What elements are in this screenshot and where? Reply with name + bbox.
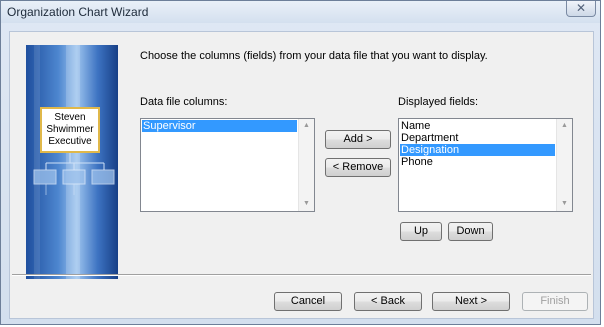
org-chart-illustration (33, 45, 115, 279)
wizard-window: Organization Chart Wizard ✕ Steven Shwim… (0, 0, 601, 325)
displayed-fields-label: Displayed fields: (398, 96, 479, 108)
org-chart-banner: Steven Shwimmer Executive (26, 45, 118, 279)
scroll-down-icon[interactable]: ▼ (557, 197, 572, 211)
move-up-button[interactable]: Up (400, 222, 442, 241)
vertical-scrollbar[interactable]: ▲ ▼ (298, 119, 314, 211)
executive-box-line: Shwimmer (46, 124, 94, 135)
executive-box: Steven Shwimmer Executive (40, 107, 100, 153)
instruction-text: Choose the columns (fields) from your da… (140, 50, 488, 62)
back-button[interactable]: < Back (354, 292, 422, 311)
executive-box-line: Executive (48, 136, 92, 147)
data-file-columns-list[interactable]: Supervisor ▲ ▼ (140, 118, 315, 212)
executive-box-line: Steven (54, 112, 86, 123)
finish-button[interactable]: Finish (522, 292, 588, 311)
remove-button[interactable]: < Remove (325, 158, 391, 177)
data-file-column-item[interactable]: Supervisor (142, 120, 297, 132)
displayed-field-item[interactable]: Name (400, 120, 555, 132)
title-bar[interactable]: Organization Chart Wizard ✕ (1, 1, 600, 23)
add-button[interactable]: Add > (325, 130, 391, 149)
wizard-body: Steven Shwimmer Executive Choose the col… (9, 31, 594, 319)
cancel-button[interactable]: Cancel (274, 292, 342, 311)
next-button[interactable]: Next > (432, 292, 510, 311)
displayed-field-item[interactable]: Designation (400, 144, 555, 156)
window-title: Organization Chart Wizard (7, 5, 149, 19)
displayed-fields-list[interactable]: Name Department Designation Phone ▲ ▼ (398, 118, 573, 212)
move-down-button[interactable]: Down (448, 222, 493, 241)
displayed-fields-items: Name Department Designation Phone (400, 120, 555, 168)
close-icon[interactable]: ✕ (566, 1, 596, 17)
vertical-scrollbar[interactable]: ▲ ▼ (556, 119, 572, 211)
scroll-down-icon[interactable]: ▼ (299, 197, 314, 211)
data-file-columns-items: Supervisor (142, 120, 297, 132)
footer-divider (12, 274, 591, 276)
scroll-up-icon[interactable]: ▲ (557, 119, 572, 133)
displayed-field-item[interactable]: Phone (400, 156, 555, 168)
scroll-up-icon[interactable]: ▲ (299, 119, 314, 133)
data-file-columns-label: Data file columns: (140, 96, 228, 108)
displayed-field-item[interactable]: Department (400, 132, 555, 144)
